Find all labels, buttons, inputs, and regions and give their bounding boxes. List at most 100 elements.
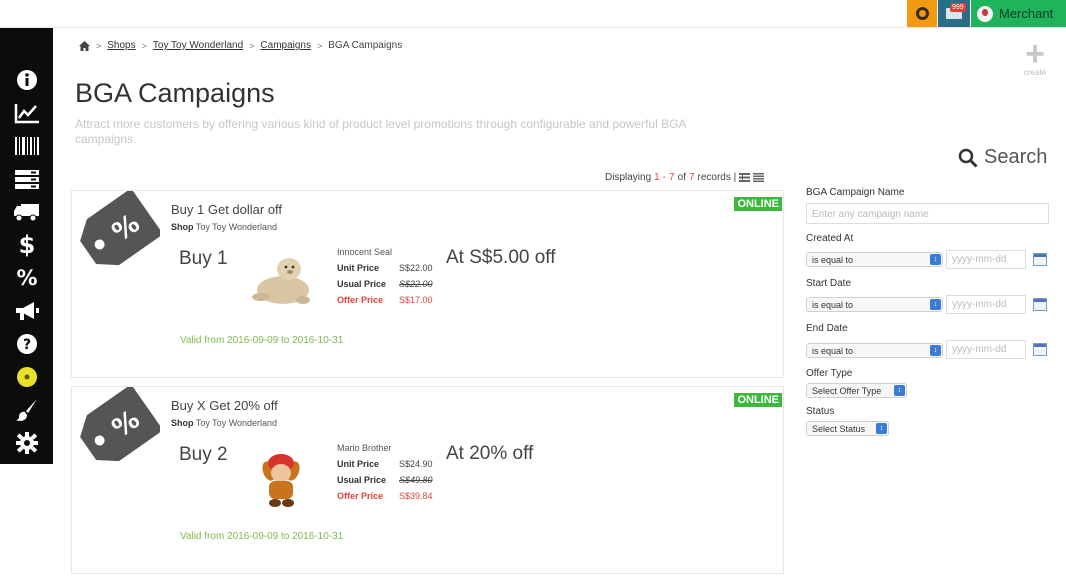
- records-suffix: records |: [697, 172, 737, 183]
- start-date-operator: is equal to: [812, 300, 854, 310]
- calendar-icon[interactable]: [1033, 253, 1047, 266]
- campaign-name[interactable]: Buy X Get 20% off: [171, 398, 278, 413]
- sidebar-item-help[interactable]: ?: [10, 330, 44, 358]
- page-description: Attract more customers by offering vario…: [75, 117, 686, 146]
- list-view-icon[interactable]: [753, 173, 765, 182]
- breadcrumb-campaigns[interactable]: Campaigns: [260, 40, 311, 51]
- campaign-card[interactable]: % Buy X Get 20% off Shop Toy Toy Wonderl…: [71, 386, 784, 574]
- unit-price-label: Unit Price: [337, 459, 380, 469]
- avatar: [977, 5, 993, 22]
- usual-price-label: Usual Price: [337, 279, 387, 289]
- shop-name: Toy Toy Wonderland: [195, 222, 278, 232]
- sidebar-item-inventory[interactable]: [10, 165, 44, 193]
- unit-price-label: Unit Price: [337, 263, 380, 273]
- brush-icon: [16, 399, 37, 421]
- breadcrumb: > Shops > Toy Toy Wonderland > Campaigns…: [79, 40, 402, 51]
- svg-text:$: $: [19, 232, 36, 258]
- start-date-input[interactable]: yyyy-mm-dd: [946, 295, 1026, 314]
- start-date-operator-select[interactable]: is equal to ↕: [806, 297, 943, 312]
- page-title: BGA Campaigns: [75, 78, 275, 108]
- circle-icon: [17, 367, 37, 387]
- truck-icon: [14, 204, 39, 222]
- status-select[interactable]: Select Status ↕: [806, 421, 889, 436]
- end-date-label: End Date: [806, 323, 848, 334]
- sidebar-item-marketing[interactable]: [10, 297, 44, 325]
- offer-price-label: Offer Price: [337, 491, 384, 501]
- unit-price-row: Unit Price S$22.00: [337, 263, 433, 273]
- info-icon: [17, 70, 37, 90]
- select-arrow-icon: ↕: [930, 345, 941, 356]
- sidebar-item-products[interactable]: [10, 132, 44, 160]
- grid-view-icon[interactable]: [739, 173, 751, 182]
- search-title: Search: [984, 146, 1048, 168]
- sidebar: $ % ?: [0, 28, 53, 464]
- status-badge: ONLINE: [734, 197, 782, 211]
- unit-price: S$24.90: [399, 459, 433, 469]
- notification-badge: 999: [950, 3, 966, 12]
- offer-price-label: Offer Price: [337, 295, 384, 305]
- end-date-operator-select[interactable]: is equal to ↕: [806, 343, 943, 358]
- offer-price-row: Offer Price S$17.00: [337, 295, 433, 305]
- sidebar-item-active[interactable]: [10, 363, 44, 391]
- campaign-card[interactable]: % Buy 1 Get dollar off Shop Toy Toy Wond…: [71, 190, 784, 378]
- megaphone-icon: [16, 302, 39, 320]
- breadcrumb-separator: >: [96, 40, 102, 51]
- search-icon: [958, 148, 978, 168]
- product-name: Innocent Seal: [337, 247, 393, 257]
- records-from: 1: [654, 172, 660, 183]
- breadcrumb-separator: >: [317, 40, 323, 51]
- shop-label: Shop: [171, 418, 194, 428]
- gear-icon: [16, 432, 38, 454]
- usual-price: S$49.80: [399, 475, 433, 485]
- breadcrumb-shops[interactable]: Shops: [107, 40, 135, 51]
- start-date-label: Start Date: [806, 278, 852, 289]
- created-at-date-input[interactable]: yyyy-mm-dd: [946, 250, 1026, 269]
- discount-tag-icon: %: [80, 191, 160, 266]
- shop-name: Toy Toy Wonderland: [195, 418, 278, 428]
- sidebar-item-shipping[interactable]: [10, 198, 44, 226]
- usual-price-row: Usual Price S$22.00: [337, 279, 433, 289]
- records-to: 7: [669, 172, 675, 183]
- status-label: Status: [806, 406, 835, 417]
- product-image-mario: [262, 454, 300, 507]
- offer-type-select[interactable]: Select Offer Type ↕: [806, 383, 907, 398]
- user-menu[interactable]: Merchant: [971, 0, 1066, 27]
- analytics-chart-icon: [14, 104, 39, 124]
- discount-tag-icon: %: [80, 387, 160, 462]
- orange-status-button[interactable]: [907, 0, 937, 27]
- messages-button[interactable]: 999: [938, 0, 970, 27]
- barcode-icon: [15, 137, 39, 155]
- percent-icon: %: [16, 267, 37, 289]
- breadcrumb-shop[interactable]: Toy Toy Wonderland: [153, 40, 243, 51]
- discount-text: At S$5.00 off: [446, 247, 556, 268]
- sidebar-item-analytics[interactable]: [10, 99, 44, 127]
- end-date-operator: is equal to: [812, 346, 854, 356]
- usual-price-label: Usual Price: [337, 475, 387, 485]
- records-dash: -: [662, 172, 667, 183]
- usual-price: S$22.00: [399, 279, 433, 289]
- offer-type-label: Offer Type: [806, 368, 853, 379]
- records-summary: Displaying 1 - 7 of 7 records |: [605, 172, 765, 183]
- product-image-seal: [252, 258, 310, 304]
- sidebar-item-settings[interactable]: [10, 429, 44, 457]
- server-list-icon: [15, 170, 39, 189]
- sidebar-item-finance[interactable]: $: [10, 231, 44, 259]
- campaign-name-input[interactable]: Enter any campaign name: [806, 203, 1049, 224]
- sidebar-item-design[interactable]: [10, 396, 44, 424]
- created-at-operator-select[interactable]: is equal to ↕: [806, 252, 943, 267]
- calendar-icon[interactable]: [1033, 343, 1047, 356]
- create-button[interactable]: + create: [1018, 37, 1052, 77]
- unit-price: S$22.00: [399, 263, 433, 273]
- end-date-input[interactable]: yyyy-mm-dd: [946, 340, 1026, 359]
- home-icon[interactable]: [79, 40, 90, 51]
- discount-text: At 20% off: [446, 443, 534, 464]
- calendar-icon[interactable]: [1033, 298, 1047, 311]
- help-icon: ?: [17, 334, 37, 354]
- select-arrow-icon: ↕: [930, 254, 941, 265]
- offer-price: S$39.84: [399, 491, 433, 501]
- campaign-name-label: BGA Campaign Name: [806, 187, 905, 198]
- campaign-name[interactable]: Buy 1 Get dollar off: [171, 202, 282, 217]
- buy-quantity: Buy 2: [179, 444, 228, 465]
- sidebar-item-promotions[interactable]: %: [10, 264, 44, 292]
- sidebar-item-info[interactable]: [10, 66, 44, 94]
